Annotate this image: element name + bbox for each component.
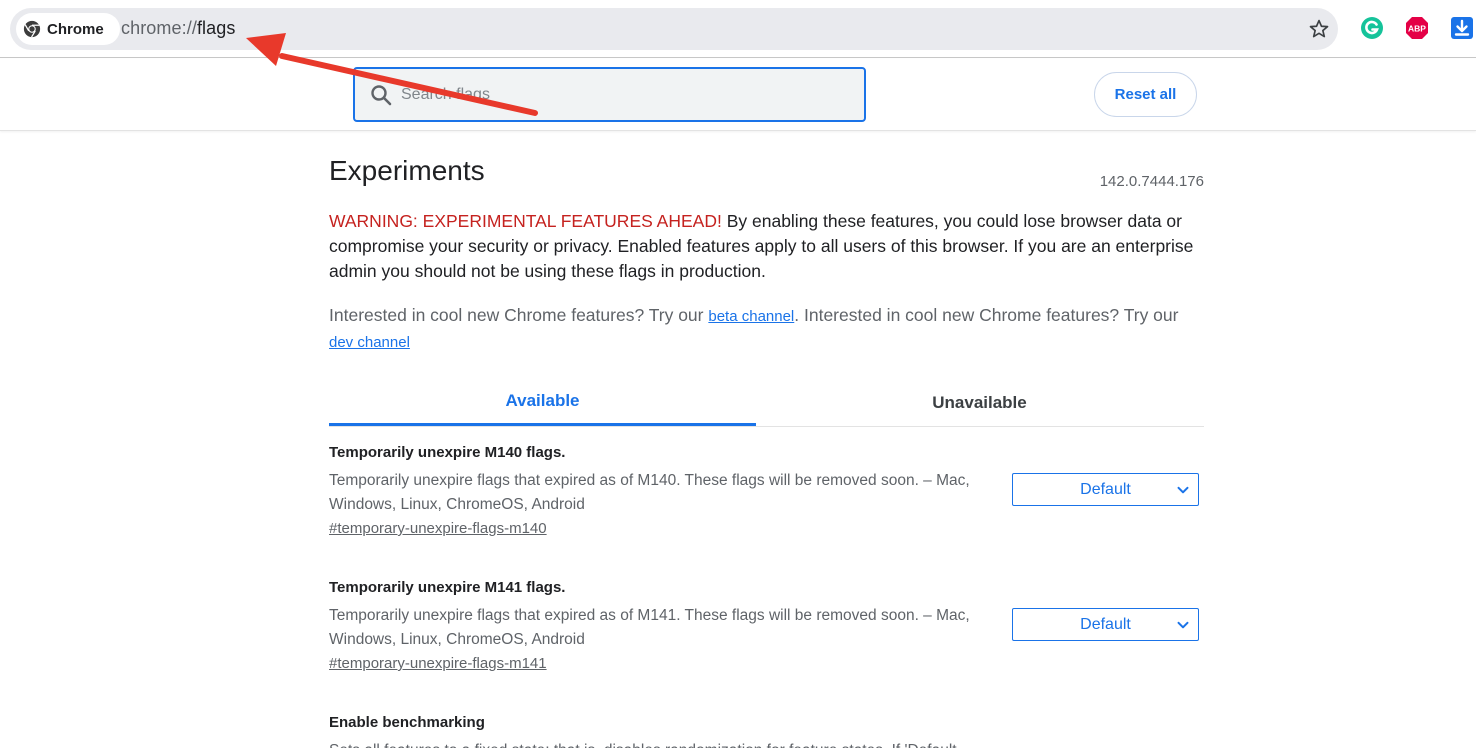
chevron-down-icon [1177, 486, 1189, 494]
promo-text-1: Interested in cool new Chrome features? … [329, 305, 709, 325]
promo-text: Interested in cool new Chrome features? … [329, 303, 1204, 355]
flag-item: Temporarily unexpire M140 flags. Tempora… [329, 444, 1204, 538]
abp-icon[interactable]: ABP [1405, 16, 1429, 40]
url-path: flags [196, 18, 236, 38]
flag-name: Temporarily unexpire M140 flags. [329, 444, 566, 461]
warning-text: WARNING: EXPERIMENTAL FEATURES AHEAD! By… [329, 209, 1204, 284]
flag-name: Temporarily unexpire M141 flags. [329, 579, 566, 596]
flag-description: Temporarily unexpire flags that expired … [329, 607, 970, 648]
download-icon[interactable] [1450, 16, 1474, 40]
beta-channel-link[interactable]: beta channel [708, 308, 794, 325]
flag-state-value: Default [1080, 615, 1131, 633]
chevron-down-icon [1177, 621, 1189, 629]
abp-label: ABP [1408, 24, 1426, 34]
warning-heading: WARNING: EXPERIMENTAL FEATURES AHEAD! [329, 211, 722, 231]
promo-text-2: . Interested in cool new Chrome features… [794, 305, 1179, 325]
flag-state-value: Default [1080, 480, 1131, 498]
flag-item: Enable benchmarking Sets all features to… [329, 714, 1204, 748]
site-info-chip[interactable]: Chrome [16, 13, 120, 45]
tab-unavailable[interactable]: Unavailable [766, 379, 1193, 427]
chrome-logo-icon [23, 20, 41, 38]
reset-all-button[interactable]: Reset all [1094, 72, 1197, 117]
url-scheme: chrome:// [121, 18, 197, 38]
grammarly-icon[interactable] [1360, 16, 1384, 40]
url-text[interactable]: chrome://flags [121, 18, 235, 39]
tab-bar: Available Unavailable [329, 379, 1204, 427]
flag-state-select[interactable]: Default [1012, 473, 1199, 506]
flag-permalink[interactable]: #temporary-unexpire-flags-m140 [329, 520, 547, 537]
search-icon [371, 85, 392, 106]
flag-state-select[interactable]: Default [1012, 608, 1199, 641]
chip-label: Chrome [47, 20, 104, 38]
flag-description: Temporarily unexpire flags that expired … [329, 472, 970, 513]
flag-name: Enable benchmarking [329, 714, 485, 731]
browser-toolbar: Chrome chrome://flags ABP [0, 0, 1476, 58]
flag-permalink[interactable]: #temporary-unexpire-flags-m141 [329, 655, 547, 672]
tab-available[interactable]: Available [329, 379, 756, 426]
search-input[interactable] [401, 79, 841, 111]
page-title: Experiments [329, 155, 485, 186]
flags-header: Reset all [0, 59, 1476, 131]
dev-channel-link[interactable]: dev channel [329, 334, 410, 351]
flag-description: Sets all features to a fixed state; that… [329, 739, 999, 748]
version-text: 142.0.7444.176 [1099, 173, 1204, 190]
search-box[interactable] [353, 67, 866, 122]
flag-item: Temporarily unexpire M141 flags. Tempora… [329, 579, 1204, 673]
omnibox[interactable]: Chrome chrome://flags [10, 8, 1338, 50]
bookmark-star-icon[interactable] [1306, 16, 1332, 42]
